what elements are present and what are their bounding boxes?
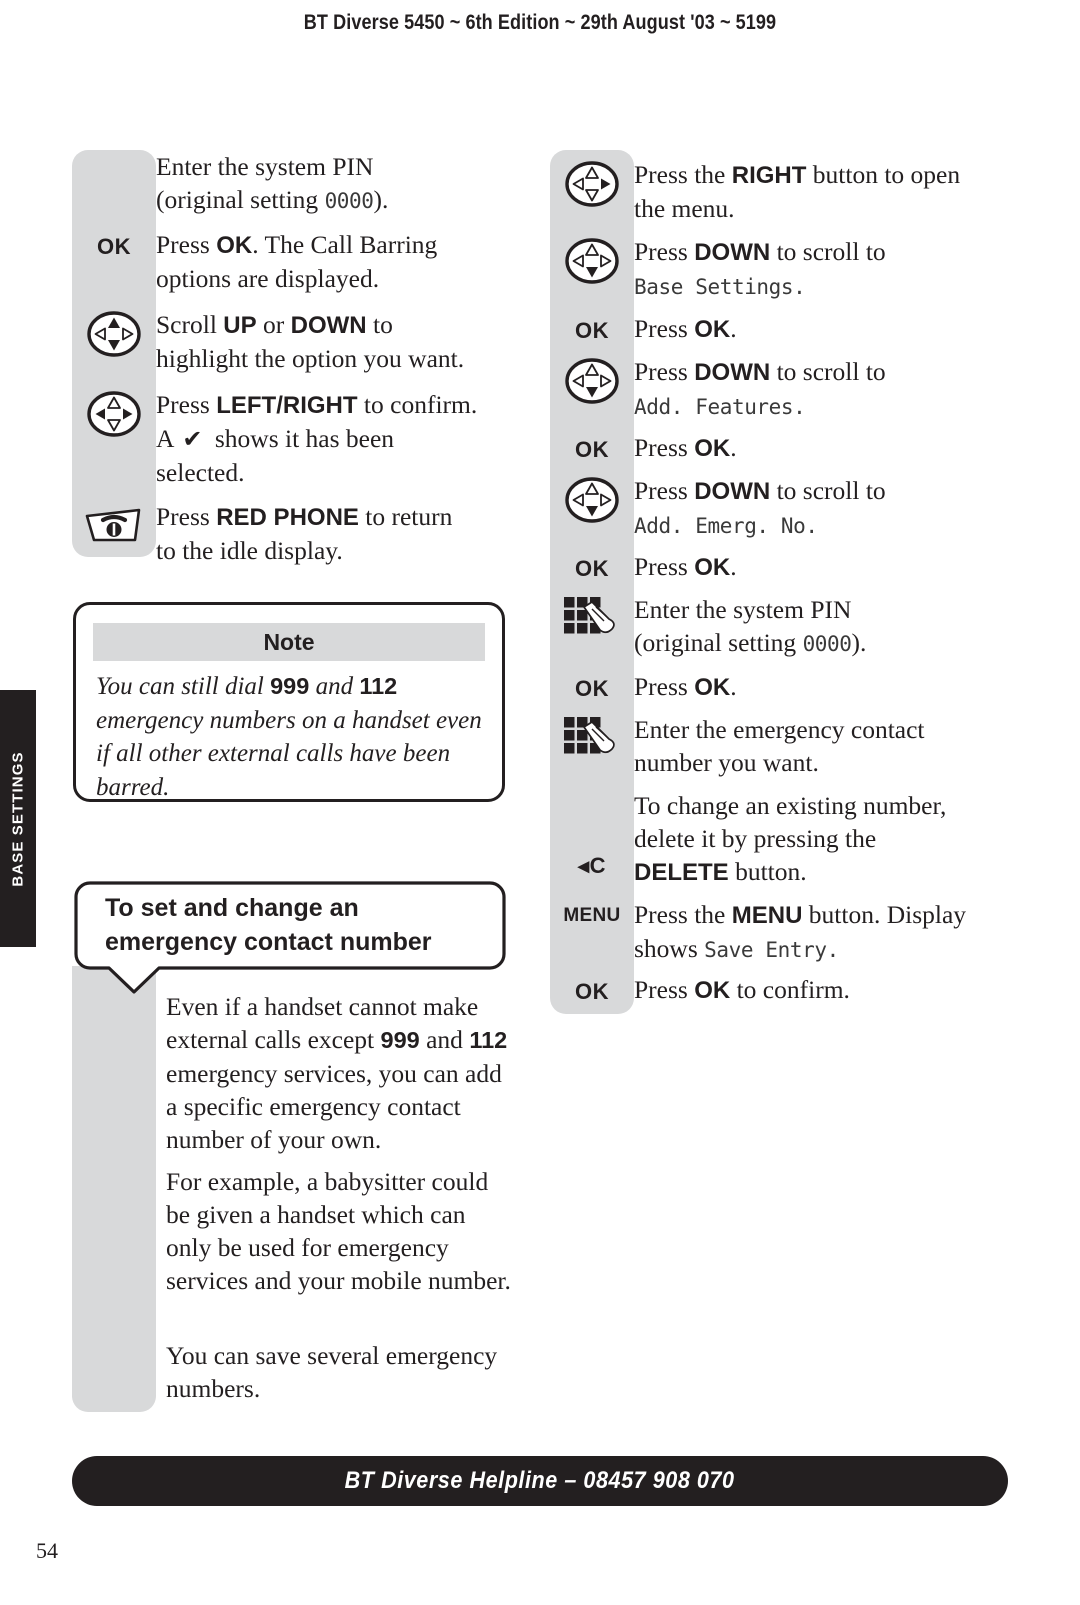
step-text: Enter the system PIN (original setting 00… (156, 152, 389, 214)
nav-leftright-key-icon[interactable] (86, 390, 142, 438)
lcd-text: Add. Features. (634, 395, 806, 419)
red-phone-key-icon[interactable] (83, 502, 145, 546)
callout-heading-line1: To set and change an (105, 894, 359, 922)
step-text: Press OK. (634, 433, 737, 462)
step-icon-slot: OK (550, 973, 634, 1003)
note-heading: Note (93, 623, 485, 661)
step-icon-slot (550, 235, 634, 285)
left-step-enter-pin: Enter the system PIN (original setting 00… (72, 150, 508, 218)
lcd-text: Add. Emerg. No. (634, 514, 818, 538)
step-icon-slot (72, 308, 156, 358)
right-step-ok-4: OK Press OK. (550, 670, 1004, 704)
paragraph-emergency-intro: Even if a handset cannot make external c… (166, 992, 508, 1154)
callout-bubble: To set and change an emergency contact n… (73, 880, 507, 994)
step-text: Press OK to confirm. (634, 975, 850, 1004)
paragraph-babysitter-example: For example, a babysitter could be given… (166, 1167, 511, 1295)
right-step-enter-pin: Enter the system PIN (original setting 00… (550, 593, 1004, 661)
right-step-down-base-settings: Press DOWN to scroll to Base Settings. (550, 235, 1004, 304)
step-text: Press OK. (634, 552, 737, 581)
step-text: Scroll UP or DOWN to highlight the option… (156, 310, 465, 373)
page-header: BT Diverse 5450 ~ 6th Edition ~ 29th Aug… (303, 10, 777, 34)
step-icon-slot (550, 593, 634, 641)
step-icon-slot: OK (550, 670, 634, 700)
step-text: Press DOWN to scroll to Add. Features. (634, 357, 886, 419)
step-icon-slot (550, 713, 634, 761)
step-text: Press DOWN to scroll to Add. Emerg. No. (634, 476, 886, 538)
side-tab-label: BASE SETTINGS (9, 750, 27, 887)
left-column-icon-strip-bottom (72, 966, 156, 1412)
lcd-text: 0000 (802, 632, 852, 656)
keypad-key-icon[interactable] (562, 715, 622, 761)
page-number: 54 (36, 1538, 58, 1563)
ok-key-icon[interactable]: OK (575, 552, 609, 580)
right-step-menu: MENU Press the MENU button. Display shows… (550, 898, 1004, 967)
step-icon-slot: OK (550, 550, 634, 580)
nav-updown-key-icon[interactable] (86, 310, 142, 358)
step-text: Press the RIGHT button to open the menu. (634, 160, 961, 223)
section-side-tab: BASE SETTINGS (0, 690, 36, 947)
callout-heading: To set and change an emergency contact n… (105, 891, 487, 959)
step-icon-slot (72, 150, 156, 152)
step-text: Press the MENU button. Display shows Save… (634, 900, 967, 963)
lcd-text: 0000 (324, 189, 374, 213)
step-icon-slot: ◂C (550, 789, 634, 877)
right-step-delete: ◂C To change an existing number, delete i… (550, 789, 1004, 889)
step-text: Press DOWN to scroll to Base Settings. (634, 237, 886, 299)
keypad-key-icon[interactable] (562, 595, 622, 641)
paragraph-save-several: You can save several emergency numbers. (166, 1341, 498, 1403)
nav-right-key-icon[interactable] (564, 160, 620, 208)
note-box: Note You can still dial 999 and 112 emer… (73, 602, 505, 802)
lcd-text: Base Settings. (634, 275, 806, 299)
ok-key-icon[interactable]: OK (97, 230, 131, 258)
step-icon-slot (72, 500, 156, 546)
left-step-press-ok: OK Press OK. The Call Barring options are… (72, 228, 508, 295)
step-icon-slot: OK (550, 312, 634, 342)
nav-down-key-icon[interactable] (564, 237, 620, 285)
ok-key-icon[interactable]: OK (575, 314, 609, 342)
step-text: Enter the system PIN (original setting 00… (634, 595, 867, 657)
step-text: Enter the emergency contact number you wa… (634, 715, 925, 777)
note-body: You can still dial 999 and 112 emergency… (96, 673, 482, 801)
ok-key-icon[interactable]: OK (575, 433, 609, 461)
step-text: Press OK. (634, 672, 737, 701)
step-text: Press OK. The Call Barring options are di… (156, 230, 438, 293)
step-text: Press OK. (634, 314, 737, 343)
right-step-enter-emergency-number: Enter the emergency contact number you wa… (550, 713, 1004, 779)
helpline-footer-bar: BT Diverse Helpline – 08457 908 070 (72, 1456, 1008, 1506)
checkmark-icon: ✔ (182, 425, 203, 453)
right-step-ok-confirm: OK Press OK to confirm. (550, 973, 1004, 1007)
ok-key-icon[interactable]: OK (575, 672, 609, 700)
step-icon-slot (72, 388, 156, 438)
right-step-press-right: Press the RIGHT button to open the menu. (550, 158, 1004, 225)
right-step-down-add-features: Press DOWN to scroll to Add. Features. (550, 355, 1004, 424)
right-step-down-add-emerg-no: Press DOWN to scroll to Add. Emerg. No. (550, 474, 1004, 543)
callout-heading-line2: emergency contact number (105, 928, 432, 956)
menu-key-icon[interactable]: MENU (563, 900, 620, 925)
step-icon-slot: MENU (550, 898, 634, 925)
left-step-scroll-updown: Scroll UP or DOWN to highlight the option… (72, 308, 508, 375)
step-text: Press LEFT/RIGHT to confirm. A ✔ shows it… (156, 390, 478, 487)
right-step-ok-3: OK Press OK. (550, 550, 1004, 584)
step-text: Press RED PHONE to return to the idle dis… (156, 502, 453, 565)
nav-down-key-icon[interactable] (564, 357, 620, 405)
right-step-ok-2: OK Press OK. (550, 431, 1004, 465)
step-icon-slot (550, 158, 634, 208)
left-step-press-leftright: Press LEFT/RIGHT to confirm. A ✔ shows it… (72, 388, 508, 489)
step-icon-slot: OK (72, 228, 156, 258)
delete-key-icon[interactable]: ◂C (578, 849, 606, 877)
ok-key-icon[interactable]: OK (575, 975, 609, 1003)
right-step-ok-1: OK Press OK. (550, 312, 1004, 346)
nav-down-key-icon[interactable] (564, 476, 620, 524)
step-icon-slot (550, 355, 634, 405)
step-text: To change an existing number, delete it b… (634, 791, 947, 886)
left-step-press-red-phone: Press RED PHONE to return to the idle dis… (72, 500, 508, 567)
lcd-text: Save Entry. (704, 938, 839, 962)
step-icon-slot: OK (550, 431, 634, 461)
helpline-text: BT Diverse Helpline – 08457 908 070 (345, 1467, 735, 1494)
step-icon-slot (550, 474, 634, 524)
